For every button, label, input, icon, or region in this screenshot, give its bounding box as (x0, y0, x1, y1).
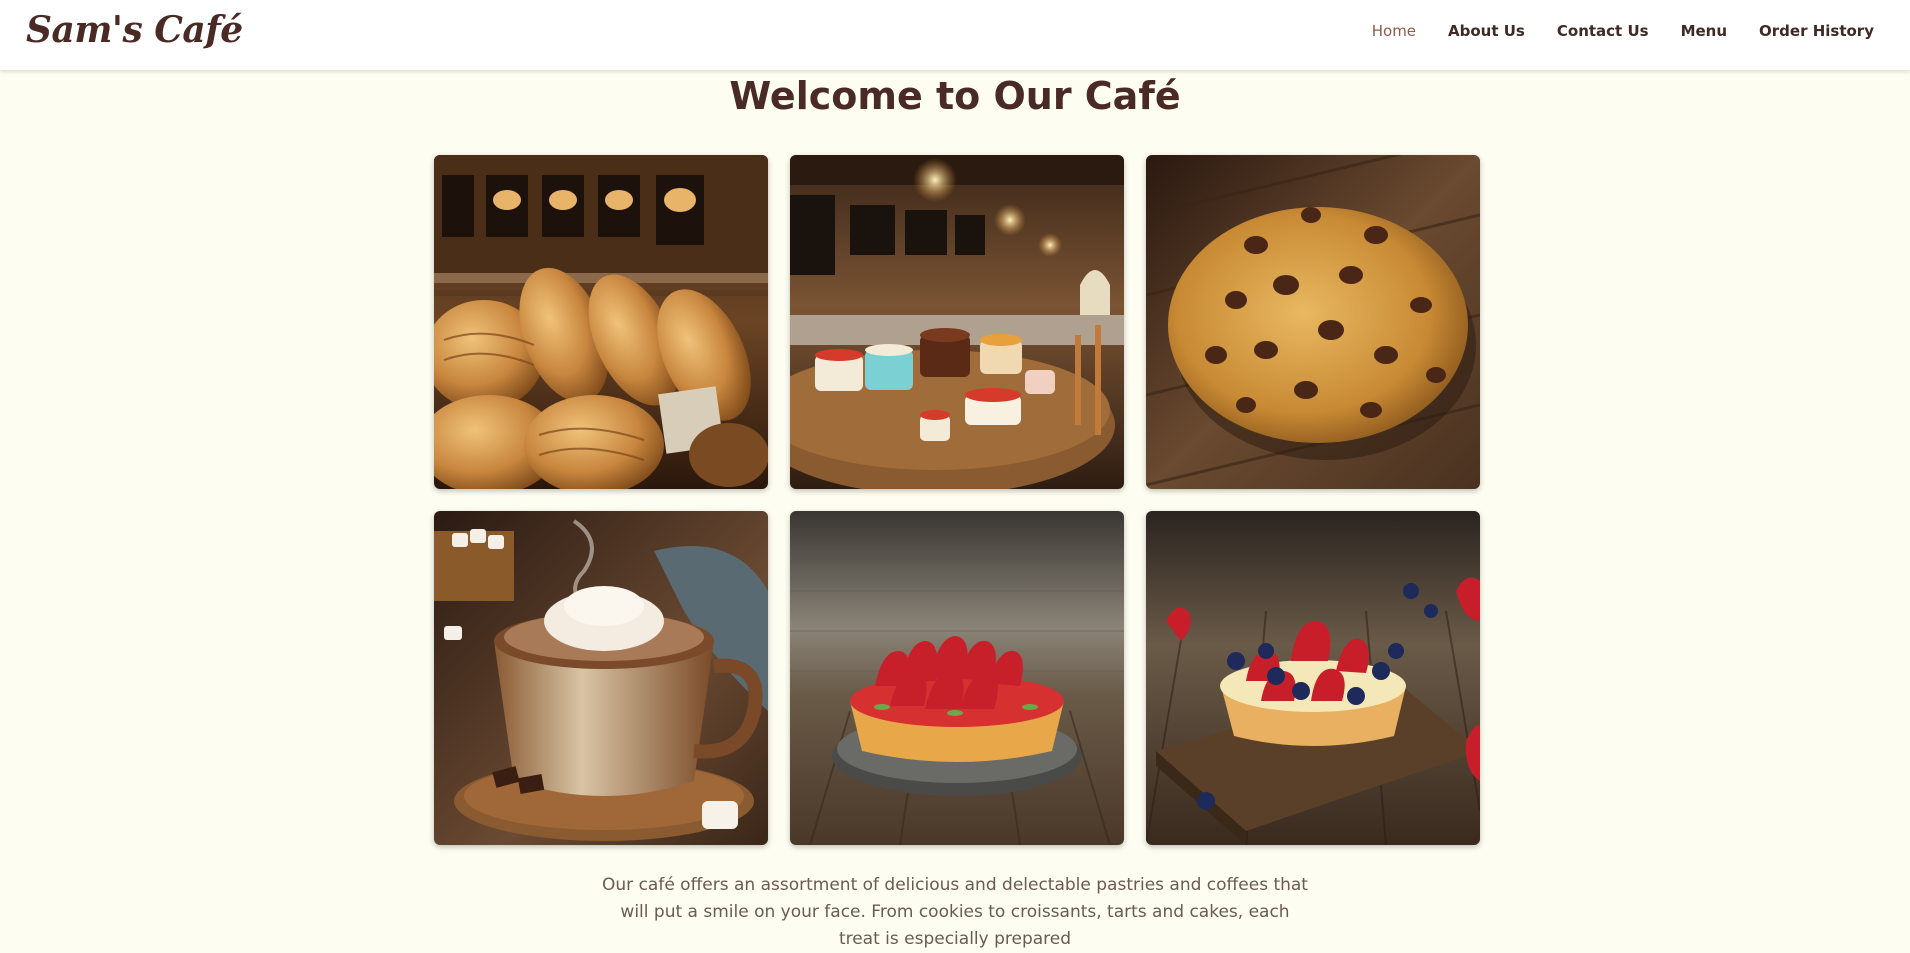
brand-logo[interactable]: Sam's Café (26, 9, 243, 51)
nav-menu-link[interactable]: Menu (1681, 22, 1727, 40)
gallery-image-bread-bakery (434, 155, 768, 489)
gallery-image-strawberry-tart (790, 511, 1124, 845)
gallery-image-berry-tart (1146, 511, 1480, 845)
nav-about-link[interactable]: About Us (1448, 22, 1525, 40)
nav-home-link[interactable]: Home (1372, 22, 1416, 40)
bread-bakery-image (434, 155, 768, 489)
main-nav: Home About Us Contact Us Menu Order Hist… (1340, 22, 1874, 40)
nav-order-history-link[interactable]: Order History (1759, 22, 1874, 40)
intro-paragraph: Our café offers an assortment of delicio… (602, 875, 1308, 949)
page-title: Welcome to Our Café (729, 74, 1181, 118)
cake-display-image (790, 155, 1124, 489)
hot-chocolate-image (434, 511, 768, 845)
nav-contact-link[interactable]: Contact Us (1557, 22, 1649, 40)
gallery-image-hot-chocolate (434, 511, 768, 845)
berry-tart-image (1146, 511, 1480, 845)
cookie-image (1146, 155, 1480, 489)
gallery-image-cookie (1146, 155, 1480, 489)
gallery-image-cake-display (790, 155, 1124, 489)
top-navbar: Sam's Café Home About Us Contact Us Menu… (0, 0, 1910, 70)
strawberry-tart-image (790, 511, 1124, 845)
